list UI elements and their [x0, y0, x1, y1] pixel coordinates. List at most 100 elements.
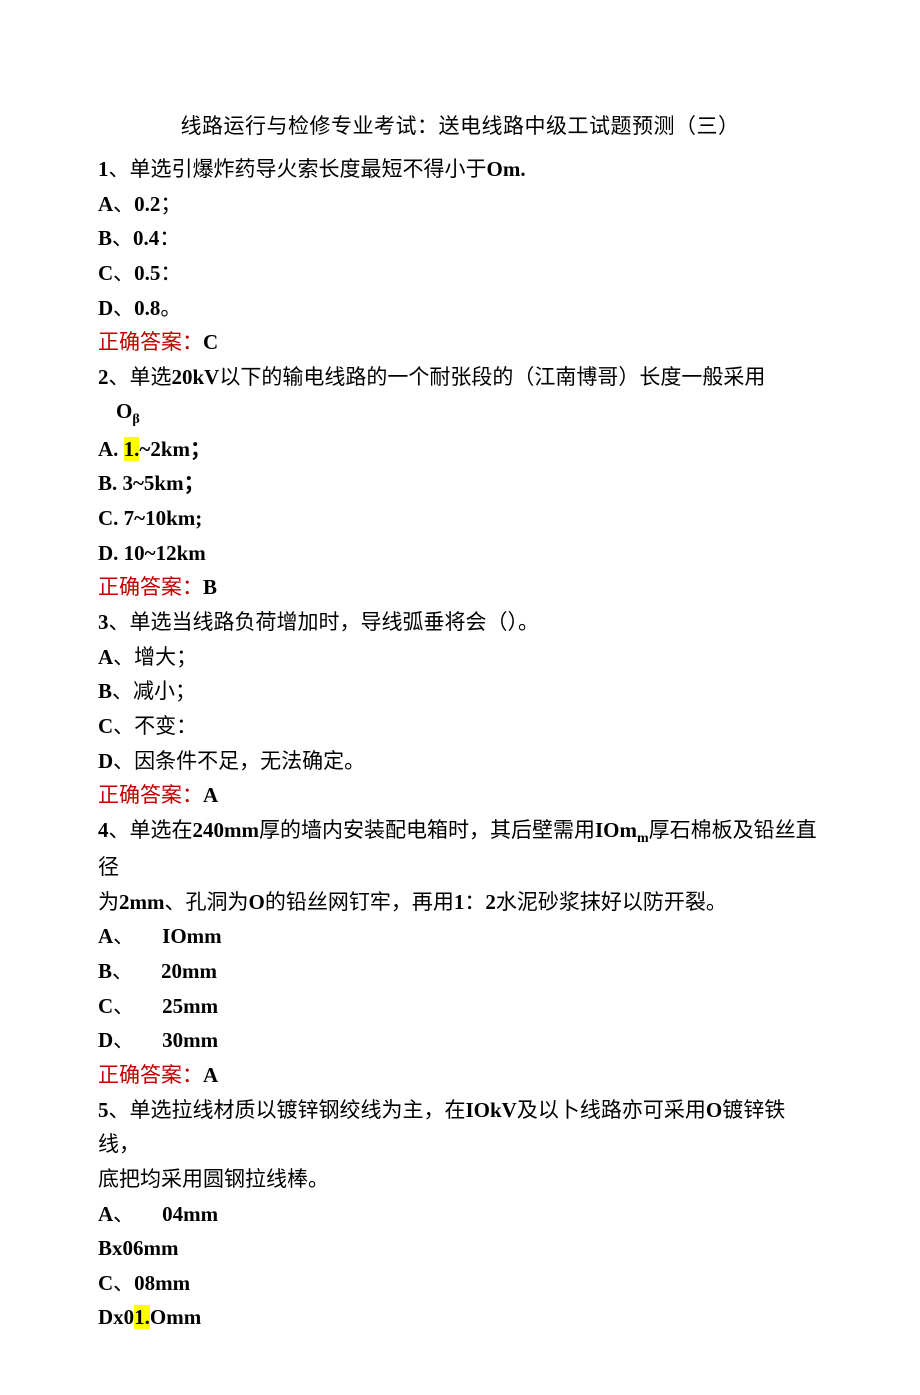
q3-d-pre: D: [98, 749, 113, 773]
q2-text-d: O: [116, 399, 132, 423]
q4-t3: 厚的墙内安装配电箱时，其后壁需用: [259, 818, 595, 842]
q4-s2g: ：: [464, 890, 485, 914]
q3-ans-label: 正确答案：: [98, 783, 203, 807]
q2-stem: 2、单选20kV以下的输电线路的一个耐张段的（江南博哥）长度一般采用: [98, 360, 822, 395]
q1-c-pre: C: [98, 261, 113, 285]
q1-ans-val: C: [203, 330, 218, 354]
q3-stem: 3、单选当线路负荷增加时，导线弧垂将会（）。: [98, 605, 822, 640]
q5-option-a: A、04mm: [98, 1197, 822, 1232]
q2-answer: 正确答案：B: [98, 570, 822, 605]
q2-d-val: 10~12km: [124, 541, 206, 565]
q3-b-pre: B: [98, 679, 112, 703]
q2-text-c: 以下的输电线路的一个耐张段的（江南博哥）长度一般采用: [219, 365, 765, 389]
q3-option-c: C、不变：: [98, 709, 822, 744]
q4-d-val: 30mm: [162, 1028, 218, 1052]
q4-option-b: B、 20mm: [98, 954, 822, 989]
q2-option-d: D. 10~12km: [98, 536, 822, 571]
q2-option-c: C. 7~10km;: [98, 501, 822, 536]
q4-a-sep: 、: [113, 924, 134, 948]
q2-b-pre: B.: [98, 471, 123, 495]
q2-option-a: A. 1.~2km；: [98, 432, 822, 467]
q4-s2b: 2mm: [119, 890, 165, 914]
q3-option-a: A、增大；: [98, 640, 822, 675]
q1-d-pre: D: [98, 296, 113, 320]
q2-text-a: 、单选: [109, 365, 172, 389]
q4-ans-label: 正确答案：: [98, 1063, 203, 1087]
q4-a-val: IOmm: [162, 924, 222, 948]
q1-c-val: 0.5: [134, 261, 160, 285]
q4-stem-2: 为2mm、孔洞为O的铅丝网钉牢，再用1：2水泥砂浆抹好以防开裂。: [98, 885, 822, 920]
q4-b-val: 20mm: [161, 959, 217, 983]
q4-b-pre: B: [98, 959, 112, 983]
q3-c-text: 、不变：: [113, 714, 197, 738]
document-page: 线路运行与检修专业考试：送电线路中级工试题预测（三） 1、单选引爆炸药导火索长度…: [0, 0, 920, 1395]
q4-s2c: 、孔洞为: [165, 890, 249, 914]
q5-d-pre: Dx0: [98, 1305, 134, 1329]
q1-text-b: Om.: [487, 157, 526, 181]
q4-d-pre: D: [98, 1028, 113, 1052]
q3-option-b: B、减小；: [98, 674, 822, 709]
q1-option-d: D、0.8。: [98, 291, 822, 326]
q1-answer: 正确答案：C: [98, 325, 822, 360]
q5-option-c: C、08mm: [98, 1266, 822, 1301]
q2-stem-cont: Oβ: [98, 394, 822, 431]
q5-t3: 及以卜线路亦可采用: [517, 1098, 706, 1122]
q4-s2a: 为: [98, 890, 119, 914]
q5-number: 5: [98, 1098, 109, 1122]
q5-option-b: Bx06mm: [98, 1231, 822, 1266]
q1-b-end: ：: [159, 226, 180, 250]
q5-option-d: Dx01.Omm: [98, 1300, 822, 1335]
q3-c-pre: C: [98, 714, 113, 738]
q3-answer: 正确答案：A: [98, 778, 822, 813]
q1-a-pre: A: [98, 192, 113, 216]
q4-c-pre: C: [98, 994, 113, 1018]
q1-b-sep: 、: [112, 226, 133, 250]
q5-stem-2: 底把均采用圆钢拉线棒。: [98, 1162, 822, 1197]
q4-number: 4: [98, 818, 109, 842]
q1-number: 1: [98, 157, 109, 181]
q1-c-end: ：: [160, 261, 181, 285]
q4-answer: 正确答案：A: [98, 1058, 822, 1093]
q5-c-sep: 、: [113, 1271, 134, 1295]
q2-c-val: 7~10km;: [124, 506, 203, 530]
q4-b-sep: 、: [112, 959, 133, 983]
q2-a-pre: A.: [98, 437, 124, 461]
q4-d-sep: 、: [113, 1028, 134, 1052]
q5-a-val: 04mm: [162, 1202, 218, 1226]
q2-b-val: 3~5km: [123, 471, 184, 495]
q4-s2f: 1: [454, 890, 465, 914]
q2-text-e: β: [132, 413, 139, 428]
q4-option-c: C、25mm: [98, 989, 822, 1024]
q3-a-pre: A: [98, 645, 113, 669]
q4-s2h: 2: [485, 890, 496, 914]
q1-d-end: 。: [160, 296, 181, 320]
q2-ans-label: 正确答案：: [98, 575, 203, 599]
q1-d-val: 0.8: [134, 296, 160, 320]
q2-a-hl: 1.: [124, 437, 140, 461]
q2-number: 2: [98, 365, 109, 389]
q5-t4: O: [706, 1098, 722, 1122]
q1-text-a: 、单选引爆炸药导火索长度最短不得小于: [109, 157, 487, 181]
q5-d-rest: Omm: [150, 1305, 201, 1329]
q5-c-pre: C: [98, 1271, 113, 1295]
q2-b-end: ；: [184, 471, 205, 495]
q4-ans-val: A: [203, 1063, 218, 1087]
q4-stem: 4、单选在240mm厚的墙内安装配电箱时，其后壁需用IOmm厚石棉板及铅丝直径: [98, 813, 822, 885]
q5-a-sep: 、: [113, 1202, 134, 1226]
q4-s2d: O: [249, 890, 265, 914]
q1-option-b: B、0.4：: [98, 221, 822, 256]
q5-t2: IOkV: [466, 1098, 517, 1122]
q2-ans-val: B: [203, 575, 217, 599]
q5-t1: 、单选拉线材质以镀锌钢绞线为主，在: [109, 1098, 466, 1122]
q3-option-d: D、因条件不足，无法确定。: [98, 744, 822, 779]
q1-a-sep: 、: [113, 192, 134, 216]
q4-option-a: A、 IOmm: [98, 919, 822, 954]
q1-d-sep: 、: [113, 296, 134, 320]
q4-s2i: 水泥砂浆抹好以防开裂。: [496, 890, 727, 914]
q2-d-pre: D.: [98, 541, 124, 565]
q4-t1: 、单选在: [109, 818, 193, 842]
q3-number: 3: [98, 610, 109, 634]
q3-d-text: 、因条件不足，无法确定。: [113, 749, 365, 773]
q2-c-pre: C.: [98, 506, 124, 530]
q4-a-pre: A: [98, 924, 113, 948]
